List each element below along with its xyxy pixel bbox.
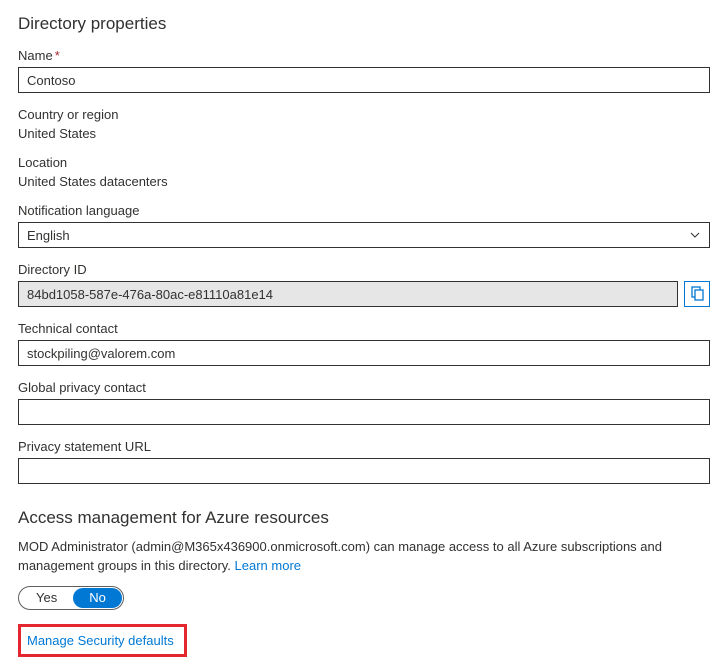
technical-contact-label: Technical contact: [18, 321, 710, 336]
privacy-statement-url-label: Privacy statement URL: [18, 439, 710, 454]
privacy-statement-url-field: Privacy statement URL: [18, 439, 710, 484]
name-input[interactable]: [18, 67, 710, 93]
access-management-heading: Access management for Azure resources: [18, 508, 710, 528]
directory-properties-heading: Directory properties: [18, 14, 710, 34]
country-label: Country or region: [18, 107, 710, 122]
location-field: Location United States datacenters: [18, 155, 710, 189]
global-privacy-contact-label: Global privacy contact: [18, 380, 710, 395]
directory-id-field: Directory ID: [18, 262, 710, 307]
name-field: Name*: [18, 48, 710, 93]
learn-more-link[interactable]: Learn more: [235, 558, 301, 573]
toggle-no[interactable]: No: [73, 588, 122, 608]
chevron-down-icon: [689, 229, 701, 241]
manage-security-defaults-link[interactable]: Manage Security defaults: [27, 633, 174, 648]
location-label: Location: [18, 155, 710, 170]
access-toggle[interactable]: Yes No: [18, 586, 124, 610]
notification-language-select[interactable]: English: [18, 222, 710, 248]
access-management-description: MOD Administrator (admin@M365x436900.onm…: [18, 538, 710, 576]
country-field: Country or region United States: [18, 107, 710, 141]
name-label-text: Name: [18, 48, 53, 63]
technical-contact-input[interactable]: [18, 340, 710, 366]
copy-button[interactable]: [684, 281, 710, 307]
copy-icon: [689, 285, 705, 304]
notification-language-field: Notification language English: [18, 203, 710, 248]
manage-security-defaults-highlight: Manage Security defaults: [18, 624, 187, 657]
global-privacy-contact-field: Global privacy contact: [18, 380, 710, 425]
notification-language-label: Notification language: [18, 203, 710, 218]
directory-id-label: Directory ID: [18, 262, 710, 277]
global-privacy-contact-input[interactable]: [18, 399, 710, 425]
toggle-yes[interactable]: Yes: [20, 588, 73, 608]
required-asterisk: *: [55, 48, 60, 63]
name-label: Name*: [18, 48, 710, 63]
technical-contact-field: Technical contact: [18, 321, 710, 366]
location-value: United States datacenters: [18, 174, 710, 189]
notification-language-value: English: [27, 228, 70, 243]
country-value: United States: [18, 126, 710, 141]
access-description-text: MOD Administrator (admin@M365x436900.onm…: [18, 539, 662, 573]
directory-id-input[interactable]: [18, 281, 678, 307]
privacy-statement-url-input[interactable]: [18, 458, 710, 484]
